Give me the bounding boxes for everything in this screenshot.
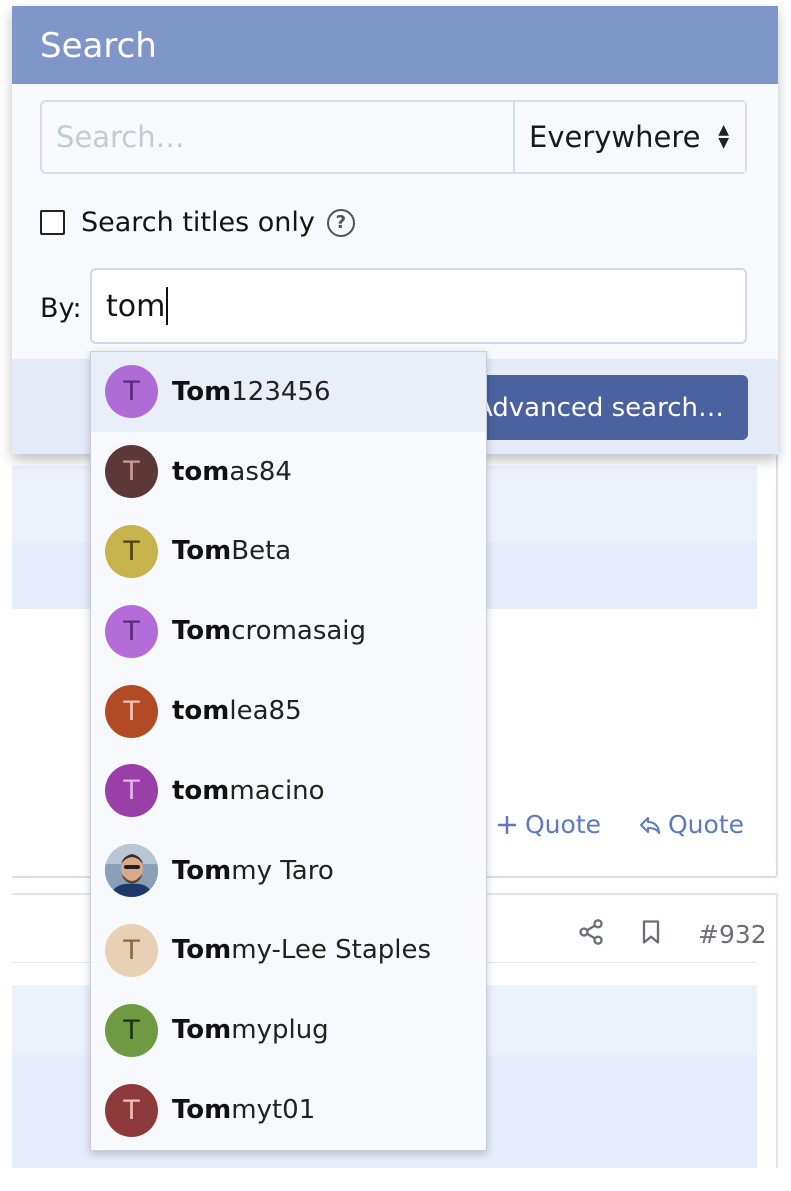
autocomplete-item[interactable]: T Tommyt01 [91, 1070, 486, 1150]
multi-quote-label: Quote [525, 810, 602, 839]
by-member-value: tom [106, 288, 166, 324]
username: tommacino [172, 775, 325, 806]
username: Tommy Taro [172, 855, 334, 886]
avatar: T [105, 1083, 158, 1137]
avatar: T [105, 684, 158, 738]
search-menu-body: Everywhere ▲▼ Search titles only ? By: t… [12, 84, 778, 359]
username: Tom123456 [172, 376, 331, 407]
autocomplete-item[interactable]: T tommacino [91, 751, 486, 831]
avatar: T [105, 1003, 158, 1057]
select-arrows-icon: ▲ ▼ [718, 122, 729, 151]
plus-icon [498, 815, 516, 834]
search-scope-value: Everywhere [529, 120, 701, 154]
autocomplete-item[interactable]: T tomlea85 [91, 671, 486, 751]
avatar: T [105, 764, 158, 818]
titles-only-label[interactable]: Search titles only [81, 207, 315, 238]
multi-quote-link[interactable]: Quote [495, 810, 601, 839]
autocomplete-item[interactable]: T Tomcromasaig [91, 591, 486, 671]
question-circle-icon[interactable]: ? [326, 208, 355, 237]
autocomplete-item[interactable]: T tomas84 [91, 432, 486, 512]
autocomplete-item[interactable]: T Tommyplug [91, 990, 486, 1070]
avatar: T [105, 923, 158, 977]
bookmark-icon[interactable] [637, 918, 665, 950]
username: Tommy-Lee Staples [172, 935, 432, 966]
user-photo-icon [105, 844, 158, 898]
text-caret [166, 287, 169, 325]
username: Tomcromasaig [172, 616, 367, 647]
username: Tommyplug [172, 1015, 329, 1046]
by-member-label: By: [40, 293, 82, 324]
avatar: T [105, 445, 158, 499]
username: TomBeta [172, 536, 292, 567]
autocomplete-item[interactable]: T Tommy-Lee Staples [91, 911, 486, 991]
search-menu-title: Search [12, 6, 778, 84]
reply-quote-label: Quote [668, 810, 745, 839]
titles-only-row: Search titles only ? [40, 207, 355, 238]
advanced-search-button[interactable]: Advanced search… [450, 375, 748, 440]
username: Tommyt01 [172, 1095, 316, 1126]
username: tomlea85 [172, 696, 302, 727]
avatar: T [105, 524, 158, 578]
avatar-photo [105, 844, 158, 898]
post-number-link[interactable]: #932 [698, 920, 767, 949]
share-icon[interactable] [577, 918, 605, 950]
autocomplete-item[interactable]: T Tom123456 [91, 352, 486, 432]
search-input-group: Everywhere ▲▼ [40, 100, 747, 174]
avatar: T [105, 604, 158, 658]
autocomplete-item[interactable]: T TomBeta [91, 512, 486, 592]
username: tomas84 [172, 456, 292, 487]
autocomplete-item[interactable]: Tommy Taro [91, 831, 486, 911]
reply-quote-link[interactable]: Quote [638, 810, 744, 839]
member-autocomplete-list: T Tom123456 T tomas84 T TomBeta T Tomcro… [90, 351, 487, 1151]
search-input[interactable] [42, 102, 513, 172]
by-member-input[interactable]: tom [90, 268, 747, 344]
avatar: T [105, 365, 158, 419]
reply-icon [640, 816, 660, 834]
search-scope-select[interactable]: Everywhere ▲ ▼ [513, 102, 745, 172]
titles-only-checkbox[interactable] [40, 210, 65, 235]
